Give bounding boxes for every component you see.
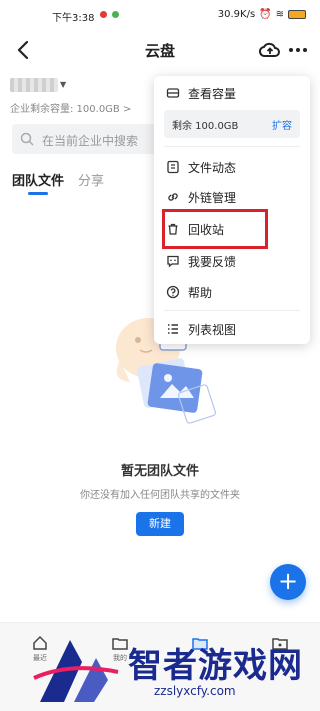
menu-item-list-view[interactable]: 列表视图 bbox=[154, 314, 310, 344]
capacity-remaining: 剩余 100.0GB bbox=[172, 121, 239, 132]
tab-share[interactable]: 分享 bbox=[78, 170, 104, 189]
status-time: 下午3:38 bbox=[52, 13, 95, 24]
expand-capacity-link[interactable]: 扩容 bbox=[272, 117, 292, 132]
wifi-icon: ≋ bbox=[275, 9, 284, 20]
create-button[interactable]: 新建 bbox=[136, 512, 184, 536]
notification-dot-icon bbox=[100, 11, 107, 18]
menu-item-view-capacity[interactable]: 查看容量 bbox=[154, 78, 310, 108]
capacity-panel: 剩余 100.0GB 扩容 bbox=[164, 110, 300, 138]
feedback-icon bbox=[167, 255, 179, 268]
watermark-logo: 智者游戏网 zzslyxcfy.com bbox=[30, 632, 320, 708]
status-bar: 下午3:38 30.9K/s ⏰ ≋ bbox=[0, 0, 320, 28]
menu-item-label: 查看容量 bbox=[188, 87, 237, 101]
storage-remaining-link[interactable]: 企业剩余容量: 100.0GB > bbox=[10, 100, 131, 115]
nav-bar: 云盘 bbox=[0, 30, 320, 70]
status-indicators: 30.9K/s ⏰ ≋ bbox=[218, 9, 306, 20]
more-icon[interactable] bbox=[286, 38, 310, 62]
link-icon bbox=[168, 193, 178, 201]
battery-icon bbox=[288, 10, 306, 19]
storage-icon bbox=[166, 88, 180, 98]
menu-item-label: 外链管理 bbox=[188, 191, 237, 205]
menu-item-label: 我要反馈 bbox=[188, 255, 237, 269]
empty-state-title: 暂无团队文件 bbox=[120, 464, 199, 479]
app-notification-icon bbox=[112, 11, 119, 18]
watermark-title: 智者游戏网 bbox=[128, 646, 303, 686]
menu-item-feedback[interactable]: 我要反馈 bbox=[154, 246, 310, 276]
menu-item-label: 文件动态 bbox=[188, 161, 237, 175]
list-view-icon bbox=[168, 324, 178, 334]
menu-item-link-management[interactable]: 外链管理 bbox=[154, 182, 310, 212]
cloud-upload-icon[interactable] bbox=[258, 38, 282, 62]
menu-item-file-activity[interactable]: 文件动态 bbox=[154, 152, 310, 182]
add-fab-button[interactable]: + bbox=[270, 564, 306, 600]
empty-state-description: 你还没有加入任何团队共享的文件夹 bbox=[80, 490, 240, 501]
account-name-blurred[interactable] bbox=[10, 78, 58, 92]
menu-item-label: 列表视图 bbox=[188, 323, 237, 337]
menu-divider bbox=[164, 146, 300, 147]
caret-down-icon[interactable]: ▼ bbox=[60, 80, 66, 89]
watermark-logo-icon bbox=[33, 640, 119, 702]
active-tab-indicator bbox=[28, 192, 48, 195]
file-activity-icon bbox=[167, 160, 179, 174]
menu-item-help[interactable]: 帮助 bbox=[154, 277, 310, 307]
highlight-annotation bbox=[162, 209, 268, 249]
watermark-url: zzslyxcfy.com bbox=[154, 684, 236, 698]
alarm-icon: ⏰ bbox=[259, 9, 272, 20]
menu-item-label: 帮助 bbox=[188, 286, 213, 300]
search-placeholder: 在当前企业中搜索 bbox=[42, 134, 139, 148]
net-speed: 30.9K/s bbox=[217, 9, 256, 20]
search-icon bbox=[20, 132, 34, 146]
tab-team-files[interactable]: 团队文件 bbox=[12, 170, 64, 189]
menu-divider bbox=[164, 310, 300, 311]
help-icon bbox=[166, 285, 180, 299]
